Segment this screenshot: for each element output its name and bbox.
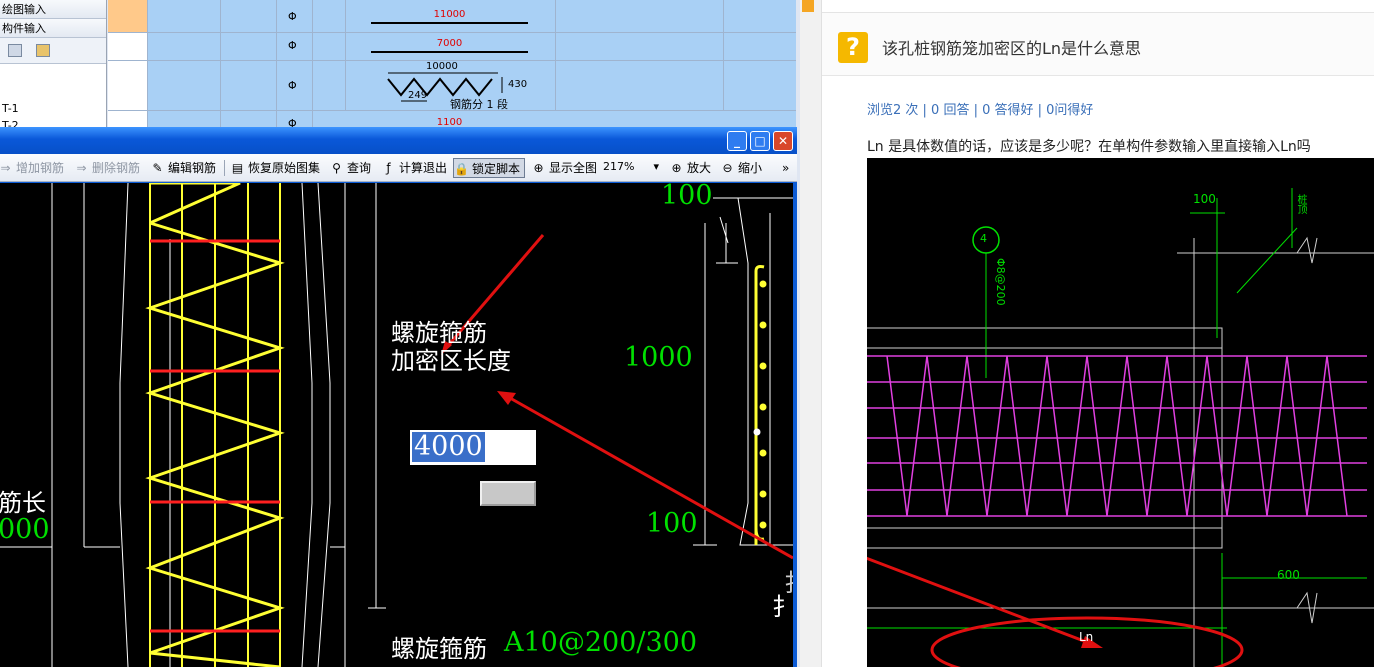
lock-icon: 🔒 [454, 162, 469, 176]
rebar-grade-symbol: Φ [288, 39, 297, 52]
lock-script-button[interactable]: 🔒 锁定脚本 [453, 158, 526, 178]
zoom-fit-icon: ⊕ [533, 161, 544, 175]
pile-detail-drawing [867, 188, 1374, 667]
dimension-600: 600 [1277, 568, 1300, 582]
edit-rebar-button[interactable]: ✎ 编辑钢筋 [150, 158, 216, 178]
vertical-scrollbar[interactable] [793, 183, 797, 667]
minimize-button[interactable]: _ [727, 131, 747, 151]
spiral-pitch-label: 249 [408, 90, 428, 101]
confirm-button[interactable] [480, 481, 536, 506]
nav-item-drawing-input[interactable]: 绘图输入 [0, 0, 106, 19]
dense-length-value: 4000 [412, 431, 485, 462]
paste-icon[interactable] [36, 44, 50, 57]
ln-label: Ln [1079, 630, 1094, 644]
rebar-note: Φ8@200 [994, 258, 1007, 306]
restore-atlas-button[interactable]: ▤ 恢复原始图集 [230, 158, 320, 178]
left-panel-toolbar [0, 38, 106, 64]
spiral-stirrup-editor-window: _ □ ✕ ⇒ 增加钢筋 ⇒ 删除钢筋 ✎ 编辑钢筋 ▤ 恢复原始图集 ⚲ 查询 ƒ 计算退… [0, 127, 797, 667]
nav-item-component-input[interactable]: 构件输入 [0, 19, 106, 38]
close-button[interactable]: ✕ [773, 131, 793, 151]
corner-label: 桩顶 [1295, 194, 1306, 214]
binoculars-icon: ⚲ [332, 161, 341, 175]
left-navigation-panel: 绘图输入 构件输入 T-1 T-2 [0, 0, 107, 132]
edit-icon: ✎ [152, 161, 163, 175]
window-titlebar[interactable]: _ □ ✕ [0, 127, 797, 154]
editor-toolbar: ⇒ 增加钢筋 ⇒ 删除钢筋 ✎ 编辑钢筋 ▤ 恢复原始图集 ⚲ 查询 ƒ 计算退出 🔒 锁定脚… [0, 154, 797, 182]
atlas-icon: ▤ [231, 161, 244, 175]
rebar-application: 绘图输入 构件输入 T-1 T-2 Φ 11000 Φ 7000 Φ 10000… [0, 0, 800, 667]
question-stats[interactable]: 浏览2 次 | 0 回答 | 0 答得好 | 0问得好 [867, 99, 1093, 118]
zoom-level-select[interactable]: 217% ▾ [600, 158, 662, 178]
row-header-cell[interactable] [108, 0, 148, 32]
rebar-grade-symbol: Φ [288, 10, 297, 23]
delete-rebar-icon: ⇒ [76, 161, 87, 175]
calc-exit-button[interactable]: ƒ 计算退出 [381, 158, 447, 178]
zoom-out-icon: ⊖ [722, 161, 733, 175]
rebar-length-label: 7000 [436, 38, 463, 49]
marker-number: 4 [980, 232, 987, 245]
table-row[interactable]: Φ 11000 [108, 0, 796, 33]
table-row[interactable]: Φ 7000 [108, 33, 796, 61]
dimension-bottom: 100 [646, 508, 698, 539]
rebar-table: Φ 11000 Φ 7000 Φ 10000 430 249 钢筋分 1 段 Φ… [108, 0, 796, 130]
delete-rebar-button[interactable]: ⇒ 删除钢筋 [74, 158, 140, 178]
segment-note: 钢筋分 1 段 [450, 98, 508, 111]
question-body: Ln 是具体数值的话，应该是多少呢？在单构件参数输入里直接输入Ln吗 [867, 139, 1311, 155]
zoom-in-icon: ⊕ [671, 161, 682, 175]
toolbar-separator [224, 160, 225, 176]
add-rebar-icon: ⇒ [0, 161, 11, 175]
rebar-shape-line [371, 22, 528, 24]
copy-icon[interactable] [8, 44, 22, 57]
rebar-grade-symbol: Φ [288, 79, 297, 92]
toolbar-overflow-button[interactable]: » [780, 158, 789, 178]
tree-item-component[interactable]: T-1 [2, 102, 19, 115]
zoom-in-button[interactable]: ⊕ 放大 [669, 158, 711, 178]
spiral-spec-value: A10@200/300 [504, 627, 698, 658]
screen: 绘图输入 构件输入 T-1 T-2 Φ 11000 Φ 7000 Φ 10000… [0, 0, 1374, 667]
formula-icon: ƒ [386, 161, 391, 175]
dense-length-label: 加密区长度 [391, 347, 511, 375]
zoom-out-button[interactable]: ⊖ 缩小 [720, 158, 762, 178]
dimension-middle: 1000 [624, 342, 693, 373]
rebar-shape-line [371, 51, 528, 53]
add-rebar-button[interactable]: ⇒ 增加钢筋 [0, 158, 64, 178]
rebar-length-value: 000 [0, 514, 50, 545]
show-all-button[interactable]: ⊕ 显示全图 [531, 158, 597, 178]
query-button[interactable]: ⚲ 查询 [329, 158, 371, 178]
spiral-height-label: 430 [508, 79, 528, 90]
table-row[interactable]: Φ 10000 430 249 钢筋分 1 段 [108, 61, 796, 111]
dimension-100: 100 [1193, 192, 1216, 206]
pile-drawing [0, 183, 793, 667]
cad-canvas[interactable]: 螺旋箍筋 加密区长度 4000 100 1000 100 筋长 000 螺旋箍筋… [0, 183, 793, 667]
question-attachment-image[interactable]: 100 600 4 Φ8@200 Ln 桩顶 [867, 158, 1374, 667]
cut-off-text: 扌 [772, 593, 793, 621]
question-title: 该孔桩钢筋笼加密区的Ln是什么意思 [882, 39, 1142, 58]
spiral-spec-label: 螺旋箍筋 [391, 635, 487, 663]
dimension-top: 100 [661, 183, 713, 211]
maximize-button[interactable]: □ [750, 131, 770, 151]
page-left-gutter [800, 0, 822, 667]
dense-length-input[interactable]: 4000 [410, 430, 536, 465]
rebar-length-label: 11000 [433, 9, 466, 20]
chevron-down-icon: ▾ [653, 160, 659, 173]
sidebar-marker [802, 0, 814, 12]
rebar-length-label: 筋长 [0, 489, 46, 517]
question-mark-icon: ? [838, 32, 868, 63]
